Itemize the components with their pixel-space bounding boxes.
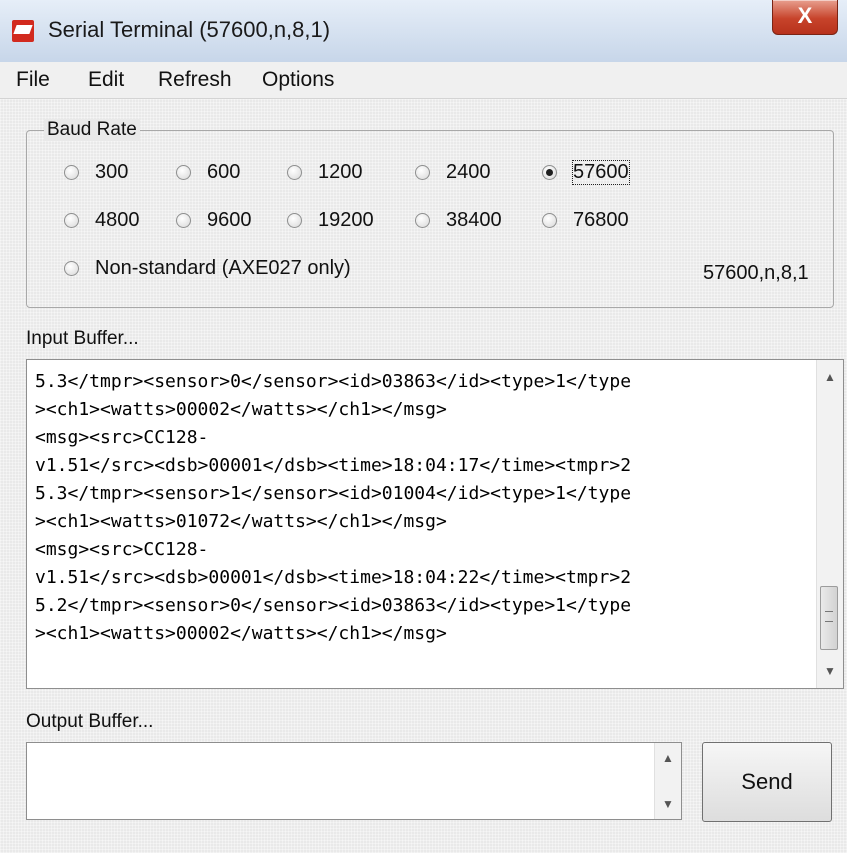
radio-baud-1200[interactable]: 1200 xyxy=(287,161,363,184)
input-buffer-line: 5.3</tmpr><sensor>1</sensor><id>01004</i… xyxy=(35,483,632,504)
radio-baud-57600[interactable]: 57600 xyxy=(542,160,630,185)
menu-edit[interactable]: Edit xyxy=(88,68,124,92)
input-buffer-line: 5.2</tmpr><sensor>0</sensor><id>03863</i… xyxy=(35,595,632,616)
input-buffer-line: <msg><src>CC128- xyxy=(35,427,209,448)
input-buffer-line: ><ch1><watts>00002</watts></ch1></msg> xyxy=(35,623,447,644)
radio-label: 38400 xyxy=(446,209,502,231)
scroll-up-arrow-icon[interactable]: ▲ xyxy=(817,364,843,390)
input-buffer-textarea[interactable]: 5.3</tmpr><sensor>0</sensor><id>03863</i… xyxy=(26,359,844,689)
window-title: Serial Terminal (57600,n,8,1) xyxy=(48,17,331,42)
radio-baud-non-standard[interactable]: Non-standard (AXE027 only) xyxy=(64,257,351,280)
title-bar: Serial Terminal (57600,n,8,1) X xyxy=(0,0,847,63)
radio-baud-19200[interactable]: 19200 xyxy=(287,209,374,232)
radio-button-icon[interactable] xyxy=(542,213,557,228)
input-buffer-line: ><ch1><watts>00002</watts></ch1></msg> xyxy=(35,399,447,420)
scroll-thumb[interactable] xyxy=(820,586,838,650)
scroll-down-arrow-icon[interactable]: ▼ xyxy=(817,658,843,684)
scroll-up-arrow-icon[interactable]: ▲ xyxy=(655,745,681,771)
app-icon xyxy=(12,20,34,42)
radio-baud-2400[interactable]: 2400 xyxy=(415,161,491,184)
radio-label: 4800 xyxy=(95,209,140,231)
menu-options[interactable]: Options xyxy=(262,68,334,92)
scroll-down-arrow-icon[interactable]: ▼ xyxy=(655,791,681,817)
radio-label: 19200 xyxy=(318,209,374,231)
input-buffer-text: 5.3</tmpr><sensor>0</sensor><id>03863</i… xyxy=(35,368,815,648)
radio-button-icon[interactable] xyxy=(64,213,79,228)
radio-baud-9600[interactable]: 9600 xyxy=(176,209,252,232)
radio-label: 300 xyxy=(95,161,129,183)
radio-button-icon[interactable] xyxy=(287,213,302,228)
input-buffer-line: ><ch1><watts>01072</watts></ch1></msg> xyxy=(35,511,447,532)
output-buffer-textarea[interactable]: ▲ ▼ xyxy=(26,742,682,820)
input-buffer-line: <msg><src>CC128- xyxy=(35,539,209,560)
input-buffer-label: Input Buffer... xyxy=(26,328,139,349)
radio-label: 76800 xyxy=(573,209,629,231)
radio-button-icon[interactable] xyxy=(415,213,430,228)
radio-label: Non-standard (AXE027 only) xyxy=(95,257,351,279)
input-buffer-line: v1.51</src><dsb>00001</dsb><time>18:04:2… xyxy=(35,567,632,588)
radio-button-icon[interactable] xyxy=(64,261,79,276)
radio-button-icon[interactable] xyxy=(176,165,191,180)
output-buffer-scrollbar[interactable]: ▲ ▼ xyxy=(654,743,681,819)
input-buffer-line: v1.51</src><dsb>00001</dsb><time>18:04:1… xyxy=(35,455,632,476)
radio-button-icon[interactable] xyxy=(64,165,79,180)
input-buffer-line: 5.3</tmpr><sensor>0</sensor><id>03863</i… xyxy=(35,371,632,392)
menu-file[interactable]: File xyxy=(16,68,50,92)
send-button[interactable]: Send xyxy=(702,742,832,822)
baud-rate-legend: Baud Rate xyxy=(44,119,140,141)
radio-button-selected-icon[interactable] xyxy=(542,165,557,180)
connection-settings-status: 57600,n,8,1 xyxy=(703,262,809,284)
radio-label: 1200 xyxy=(318,161,363,183)
menu-refresh[interactable]: Refresh xyxy=(158,68,232,92)
radio-button-icon[interactable] xyxy=(176,213,191,228)
radio-baud-300[interactable]: 300 xyxy=(64,161,128,184)
radio-label: 9600 xyxy=(207,209,252,231)
radio-label: 2400 xyxy=(446,161,491,183)
close-button[interactable]: X xyxy=(772,0,838,35)
radio-label: 57600 xyxy=(572,160,630,185)
serial-terminal-window: Serial Terminal (57600,n,8,1) X File Edi… xyxy=(0,0,847,853)
radio-button-icon[interactable] xyxy=(415,165,430,180)
radio-baud-76800[interactable]: 76800 xyxy=(542,209,629,232)
input-buffer-scrollbar[interactable]: ▲ ▼ xyxy=(816,360,843,688)
radio-button-icon[interactable] xyxy=(287,165,302,180)
radio-label: 600 xyxy=(207,161,241,183)
output-buffer-label: Output Buffer... xyxy=(26,711,154,732)
radio-baud-38400[interactable]: 38400 xyxy=(415,209,502,232)
radio-baud-4800[interactable]: 4800 xyxy=(64,209,140,232)
menu-bar: File Edit Refresh Options xyxy=(0,62,847,99)
radio-baud-600[interactable]: 600 xyxy=(176,161,240,184)
